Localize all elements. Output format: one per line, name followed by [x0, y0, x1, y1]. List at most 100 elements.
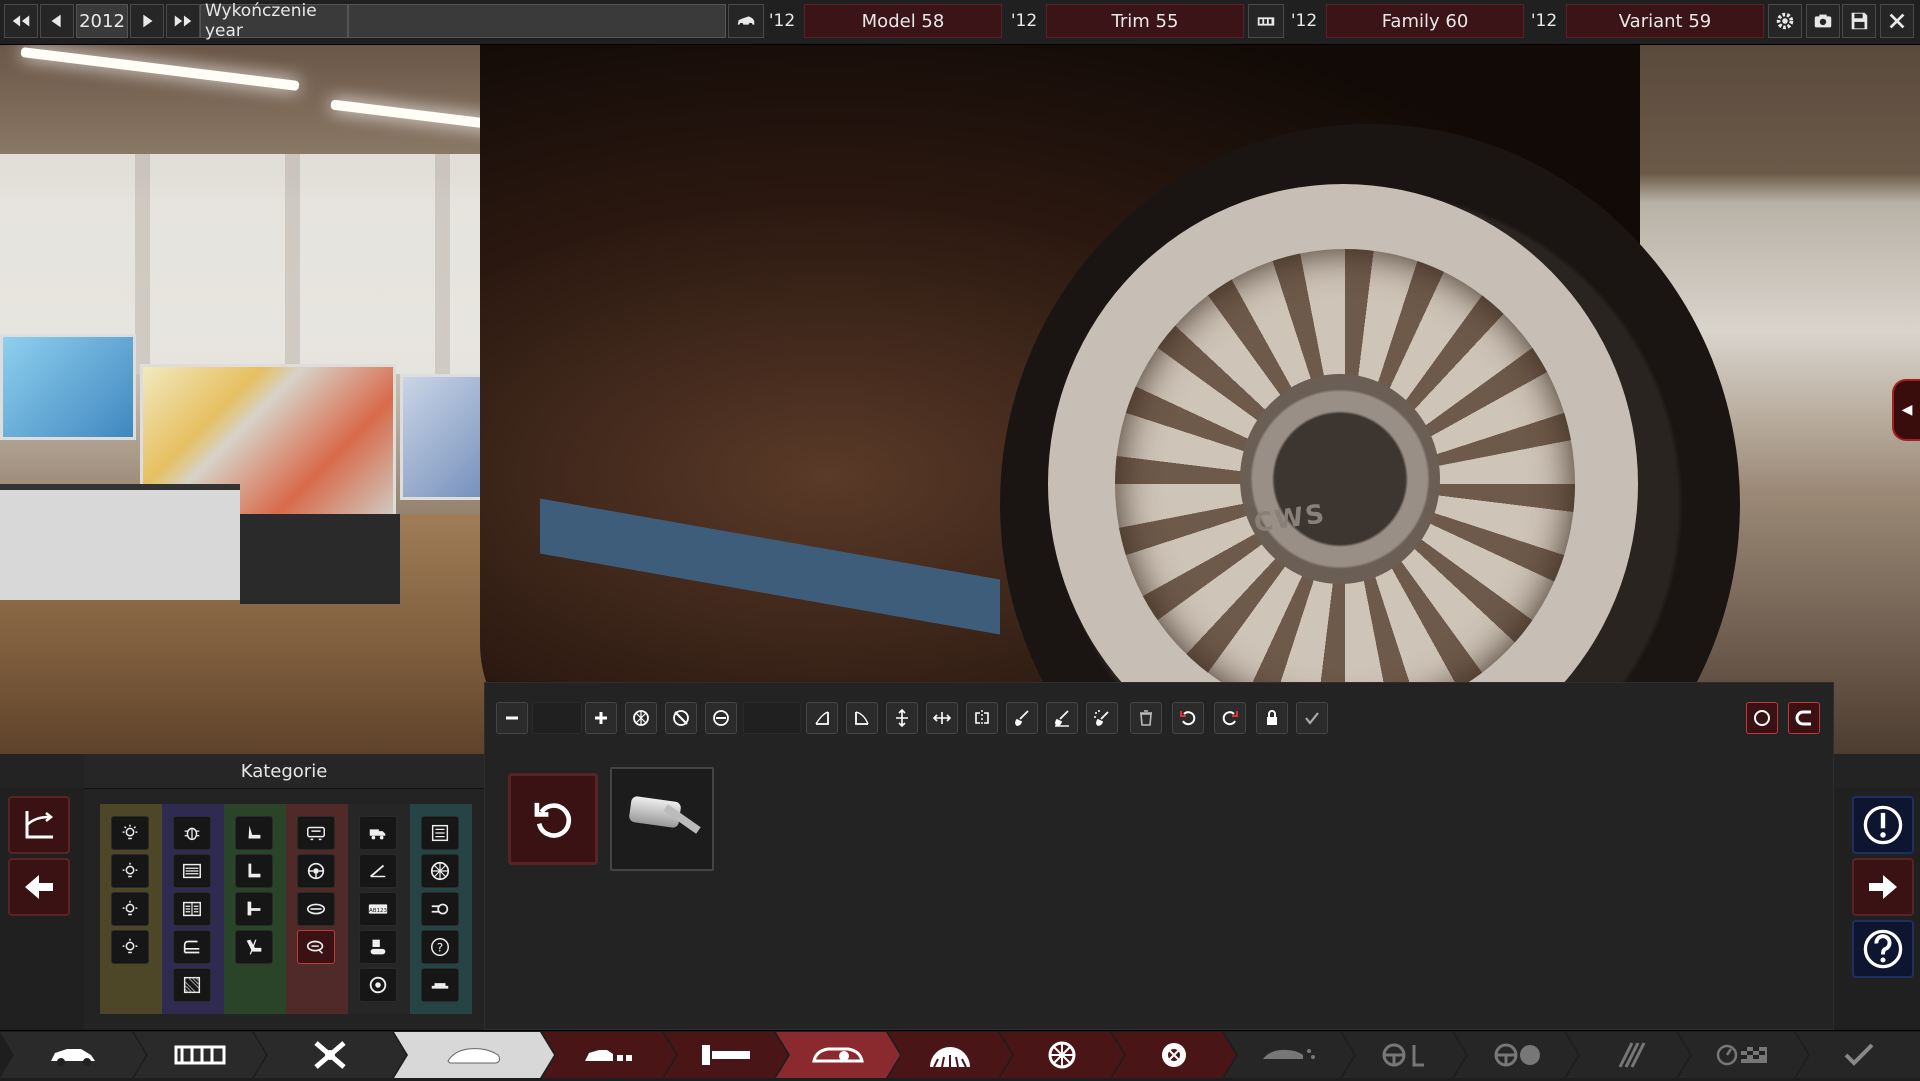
step-aero[interactable] [1224, 1032, 1354, 1078]
skew-button[interactable] [846, 702, 878, 734]
exhaust-icon[interactable] [421, 892, 459, 926]
step-brakes[interactable] [1112, 1032, 1236, 1078]
seat-back-icon[interactable] [235, 854, 273, 888]
delete-button[interactable] [1130, 702, 1162, 734]
mirror-icon[interactable] [297, 930, 335, 964]
fast-forward-icon [174, 15, 192, 27]
engine-icon [1257, 17, 1275, 26]
light-icon[interactable] [111, 854, 149, 888]
fixtures-icon [698, 1039, 754, 1071]
wiper-icon[interactable] [359, 854, 397, 888]
plate-icon[interactable]: AB123 [359, 892, 397, 926]
move-horizontal-button[interactable] [926, 702, 958, 734]
dashboard-icon [1488, 1039, 1544, 1071]
prev-year-button[interactable] [40, 4, 74, 38]
circle-select-button[interactable] [1746, 702, 1778, 734]
wheel-icon[interactable] [297, 854, 335, 888]
oval-button[interactable] [705, 702, 737, 734]
help-button[interactable] [1852, 920, 1914, 978]
engine-button[interactable] [1248, 4, 1284, 38]
handle-icon[interactable] [297, 892, 335, 926]
target-icon[interactable] [359, 968, 397, 1002]
wheel-hub [1240, 374, 1440, 584]
model-button[interactable] [728, 4, 764, 38]
scale-corner-button[interactable] [806, 702, 838, 734]
step-body[interactable] [394, 1032, 554, 1078]
paint-button[interactable] [1006, 702, 1038, 734]
next-step-button[interactable] [1852, 858, 1914, 916]
body-icon [446, 1039, 502, 1071]
mirror-symmetry-button[interactable] [966, 702, 998, 734]
confirm-button[interactable] [1296, 702, 1328, 734]
screenshot-button[interactable] [1806, 4, 1840, 38]
trim-name[interactable]: Trim 55 [1046, 4, 1244, 38]
close-button[interactable] [1880, 4, 1914, 38]
model-name[interactable]: Model 58 [804, 4, 1002, 38]
add-wheel-button[interactable] [625, 702, 657, 734]
step-finish[interactable] [1796, 1032, 1920, 1078]
light-icon[interactable] [111, 892, 149, 926]
grow-button[interactable] [585, 702, 617, 734]
side-panel-toggle[interactable]: ◀ [1892, 379, 1920, 441]
magnet-button[interactable] [1788, 702, 1820, 734]
save-button[interactable] [1842, 4, 1876, 38]
remove-wheel-button[interactable] [665, 702, 697, 734]
light-icon[interactable] [111, 816, 149, 850]
truck-icon[interactable] [359, 816, 397, 850]
tools-icon [1600, 1039, 1656, 1071]
sill-icon[interactable] [421, 968, 459, 1002]
step-lights[interactable] [776, 1032, 900, 1078]
redo-button[interactable] [1214, 702, 1246, 734]
family-name[interactable]: Family 60 [1326, 4, 1524, 38]
info-button[interactable] [1852, 796, 1914, 854]
corner-edit-button[interactable] [8, 796, 70, 854]
seat-icon[interactable] [235, 816, 273, 850]
step-test[interactable] [1678, 1032, 1808, 1078]
circle-icon [1754, 710, 1770, 726]
seat-side-icon[interactable] [235, 892, 273, 926]
next-year-button[interactable] [130, 4, 164, 38]
dashboard-icon[interactable] [297, 816, 335, 850]
category-column-interior [286, 804, 348, 1014]
bug-icon[interactable] [173, 816, 211, 850]
step-dashboard[interactable] [1454, 1032, 1578, 1078]
value-field[interactable] [532, 702, 582, 734]
fast-forward-button[interactable] [166, 4, 200, 38]
step-tools[interactable] [1566, 1032, 1690, 1078]
year-field[interactable]: 2012 [76, 4, 128, 38]
rim-icon[interactable] [421, 854, 459, 888]
part-thumbnail-side-mirror[interactable] [610, 767, 714, 871]
light-icon[interactable] [111, 930, 149, 964]
step-chassis[interactable] [134, 1032, 266, 1078]
move-vertical-button[interactable] [886, 702, 918, 734]
3d-viewport[interactable]: CWS ◀ [0, 44, 1920, 764]
step-steering[interactable] [1342, 1032, 1466, 1078]
step-trims[interactable] [542, 1032, 676, 1078]
step-interior[interactable] [888, 1032, 1012, 1078]
reset-button[interactable] [508, 773, 598, 865]
settings-button[interactable] [1768, 4, 1802, 38]
panel-icon[interactable] [421, 816, 459, 850]
step-suspension[interactable] [254, 1032, 406, 1078]
step-wheels[interactable] [1000, 1032, 1124, 1078]
shrink-button[interactable] [496, 702, 528, 734]
check-icon [1305, 712, 1319, 725]
seat-recline-icon[interactable] [235, 930, 273, 964]
rotation-field[interactable] [743, 702, 801, 734]
rewind-button[interactable] [4, 4, 38, 38]
variant-name[interactable]: Variant 59 [1566, 4, 1764, 38]
grille-icon[interactable] [173, 854, 211, 888]
bumper-icon[interactable] [173, 930, 211, 964]
hitch-icon[interactable] [359, 930, 397, 964]
help-icon[interactable]: ? [421, 930, 459, 964]
undo-button[interactable] [1172, 702, 1204, 734]
lock-button[interactable] [1256, 702, 1288, 734]
paint-fill-button[interactable] [1046, 702, 1078, 734]
mesh-icon[interactable] [173, 968, 211, 1002]
step-fixtures[interactable] [664, 1032, 788, 1078]
vent-icon[interactable] [173, 892, 211, 926]
aero-icon [1261, 1039, 1317, 1071]
step-car[interactable] [0, 1032, 146, 1078]
spray-button[interactable] [1086, 702, 1118, 734]
back-button[interactable] [8, 858, 70, 916]
